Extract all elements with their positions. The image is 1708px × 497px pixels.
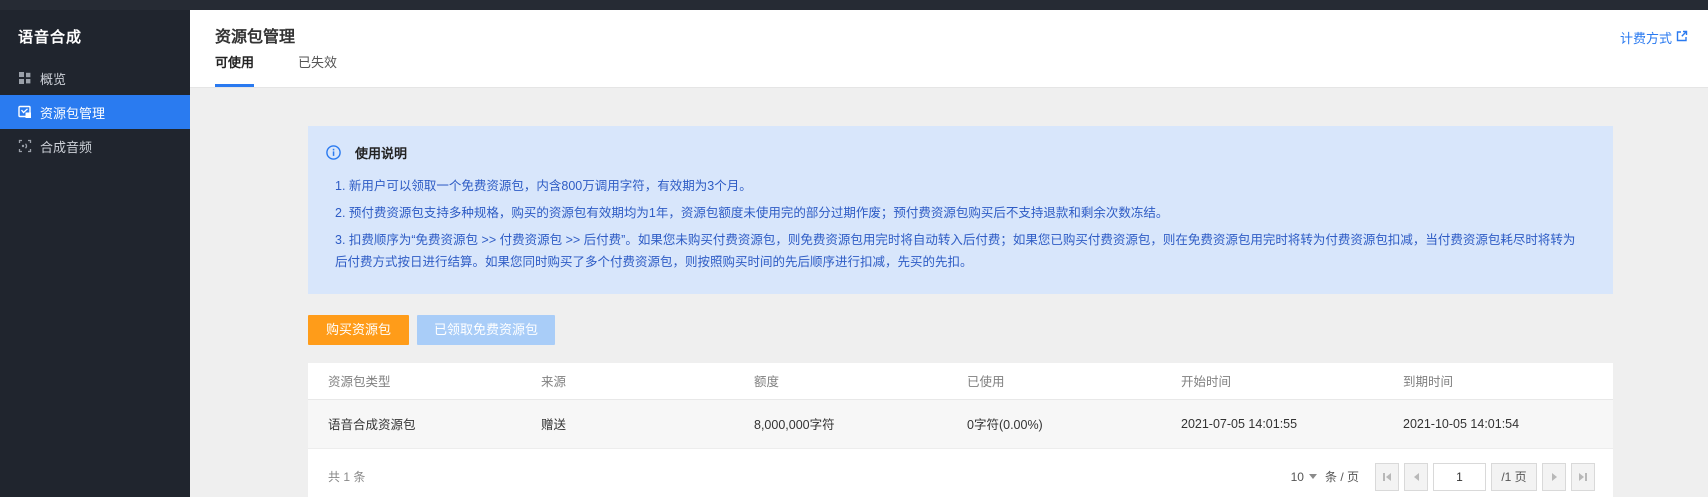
page-size-select[interactable]: 10 条 / 页 [1291,468,1359,485]
sidebar-item-resource-packages[interactable]: 资源包管理 [0,95,190,129]
column-header-source: 来源 [521,363,734,399]
page-header: 资源包管理 计费方式 可使用 已失效 [190,10,1708,88]
page-number-input[interactable] [1433,463,1486,491]
sidebar-item-label: 概览 [40,69,66,88]
previous-page-icon [1414,473,1419,481]
table-footer: 共 1 条 10 条 / 页 /1 页 [308,449,1613,497]
tab-bar: 可使用 已失效 [215,52,337,87]
action-buttons-row: 购买资源包 已领取免费资源包 [308,315,1708,345]
table-header-row: 资源包类型 来源 额度 已使用 开始时间 到期时间 [308,363,1613,399]
last-page-button[interactable] [1571,463,1595,491]
external-link-icon [1676,30,1688,45]
cell-expire-time: 2021-10-05 14:01:54 [1383,399,1613,448]
resource-package-table-card: 资源包类型 来源 额度 已使用 开始时间 到期时间 语音合成资源包 赠送 8,0 [308,363,1613,497]
tab-available[interactable]: 可使用 [215,52,254,87]
cell-start-time: 2021-07-05 14:01:55 [1161,399,1383,448]
product-title: 语音合成 [0,10,190,61]
page-size-value: 10 [1291,470,1304,484]
billing-link-label: 计费方式 [1620,28,1672,47]
resource-package-table: 资源包类型 来源 额度 已使用 开始时间 到期时间 语音合成资源包 赠送 8,0 [308,363,1613,449]
resource-package-icon [18,105,32,119]
billing-method-link[interactable]: 计费方式 [1620,28,1688,47]
app-window: 语音合成 概览 资源包管理 合成音频 资源包管理 计费方式 [0,0,1708,497]
notice-item: 1. 新用户可以领取一个免费资源包，内含800万调用字符，有效期为3个月。 [335,175,1585,197]
total-pages-label: /1 页 [1491,463,1537,491]
column-header-quota: 额度 [734,363,947,399]
free-package-claimed-button: 已领取免费资源包 [417,315,555,345]
cell-used: 0字符(0.00%) [947,399,1161,448]
tab-content: 使用说明 1. 新用户可以领取一个免费资源包，内含800万调用字符，有效期为3个… [190,89,1708,497]
sidebar-item-label: 资源包管理 [40,103,105,122]
sidebar-item-label: 合成音频 [40,137,92,156]
first-page-icon [1383,473,1385,481]
next-page-icon [1552,473,1557,481]
sidebar-item-overview[interactable]: 概览 [0,61,190,95]
top-navigation-bar [0,0,1708,10]
column-header-package-type: 资源包类型 [308,363,521,399]
chevron-down-icon [1309,474,1317,479]
last-page-icon [1579,473,1584,481]
notice-list: 1. 新用户可以领取一个免费资源包，内含800万调用字符，有效期为3个月。 2.… [335,175,1593,273]
usage-notice-box: 使用说明 1. 新用户可以领取一个免费资源包，内含800万调用字符，有效期为3个… [308,126,1613,294]
info-icon [326,145,341,160]
total-count-label: 共 1 条 [328,468,365,485]
cell-package-type: 语音合成资源包 [308,399,521,448]
pagination: 10 条 / 页 /1 页 [1291,463,1595,491]
sidebar-item-synthesized-audio[interactable]: 合成音频 [0,129,190,163]
column-header-start-time: 开始时间 [1161,363,1383,399]
notice-header: 使用说明 [326,143,1593,162]
cell-quota: 8,000,000字符 [734,399,947,448]
per-page-label: 条 / 页 [1325,468,1359,485]
main-area: 资源包管理 计费方式 可使用 已失效 使用说明 [190,10,1708,497]
table-row: 语音合成资源包 赠送 8,000,000字符 0字符(0.00%) 2021-0… [308,399,1613,448]
previous-page-button[interactable] [1404,463,1428,491]
tab-expired[interactable]: 已失效 [298,52,337,87]
cell-source: 赠送 [521,399,734,448]
notice-item: 2. 预付费资源包支持多种规格，购买的资源包有效期均为1年，资源包额度未使用完的… [335,202,1585,224]
buy-resource-package-button[interactable]: 购买资源包 [308,315,409,345]
audio-file-icon [18,139,32,153]
first-page-button[interactable] [1375,463,1399,491]
notice-title: 使用说明 [355,143,407,162]
page-title: 资源包管理 [215,23,1688,47]
notice-item: 3. 扣费顺序为“免费资源包 >> 付费资源包 >> 后付费”。如果您未购买付费… [335,229,1585,273]
pagination-controls: /1 页 [1375,463,1595,491]
overview-grid-icon [18,71,32,85]
column-header-used: 已使用 [947,363,1161,399]
sidebar: 语音合成 概览 资源包管理 合成音频 [0,10,190,497]
next-page-button[interactable] [1542,463,1566,491]
column-header-expire-time: 到期时间 [1383,363,1613,399]
